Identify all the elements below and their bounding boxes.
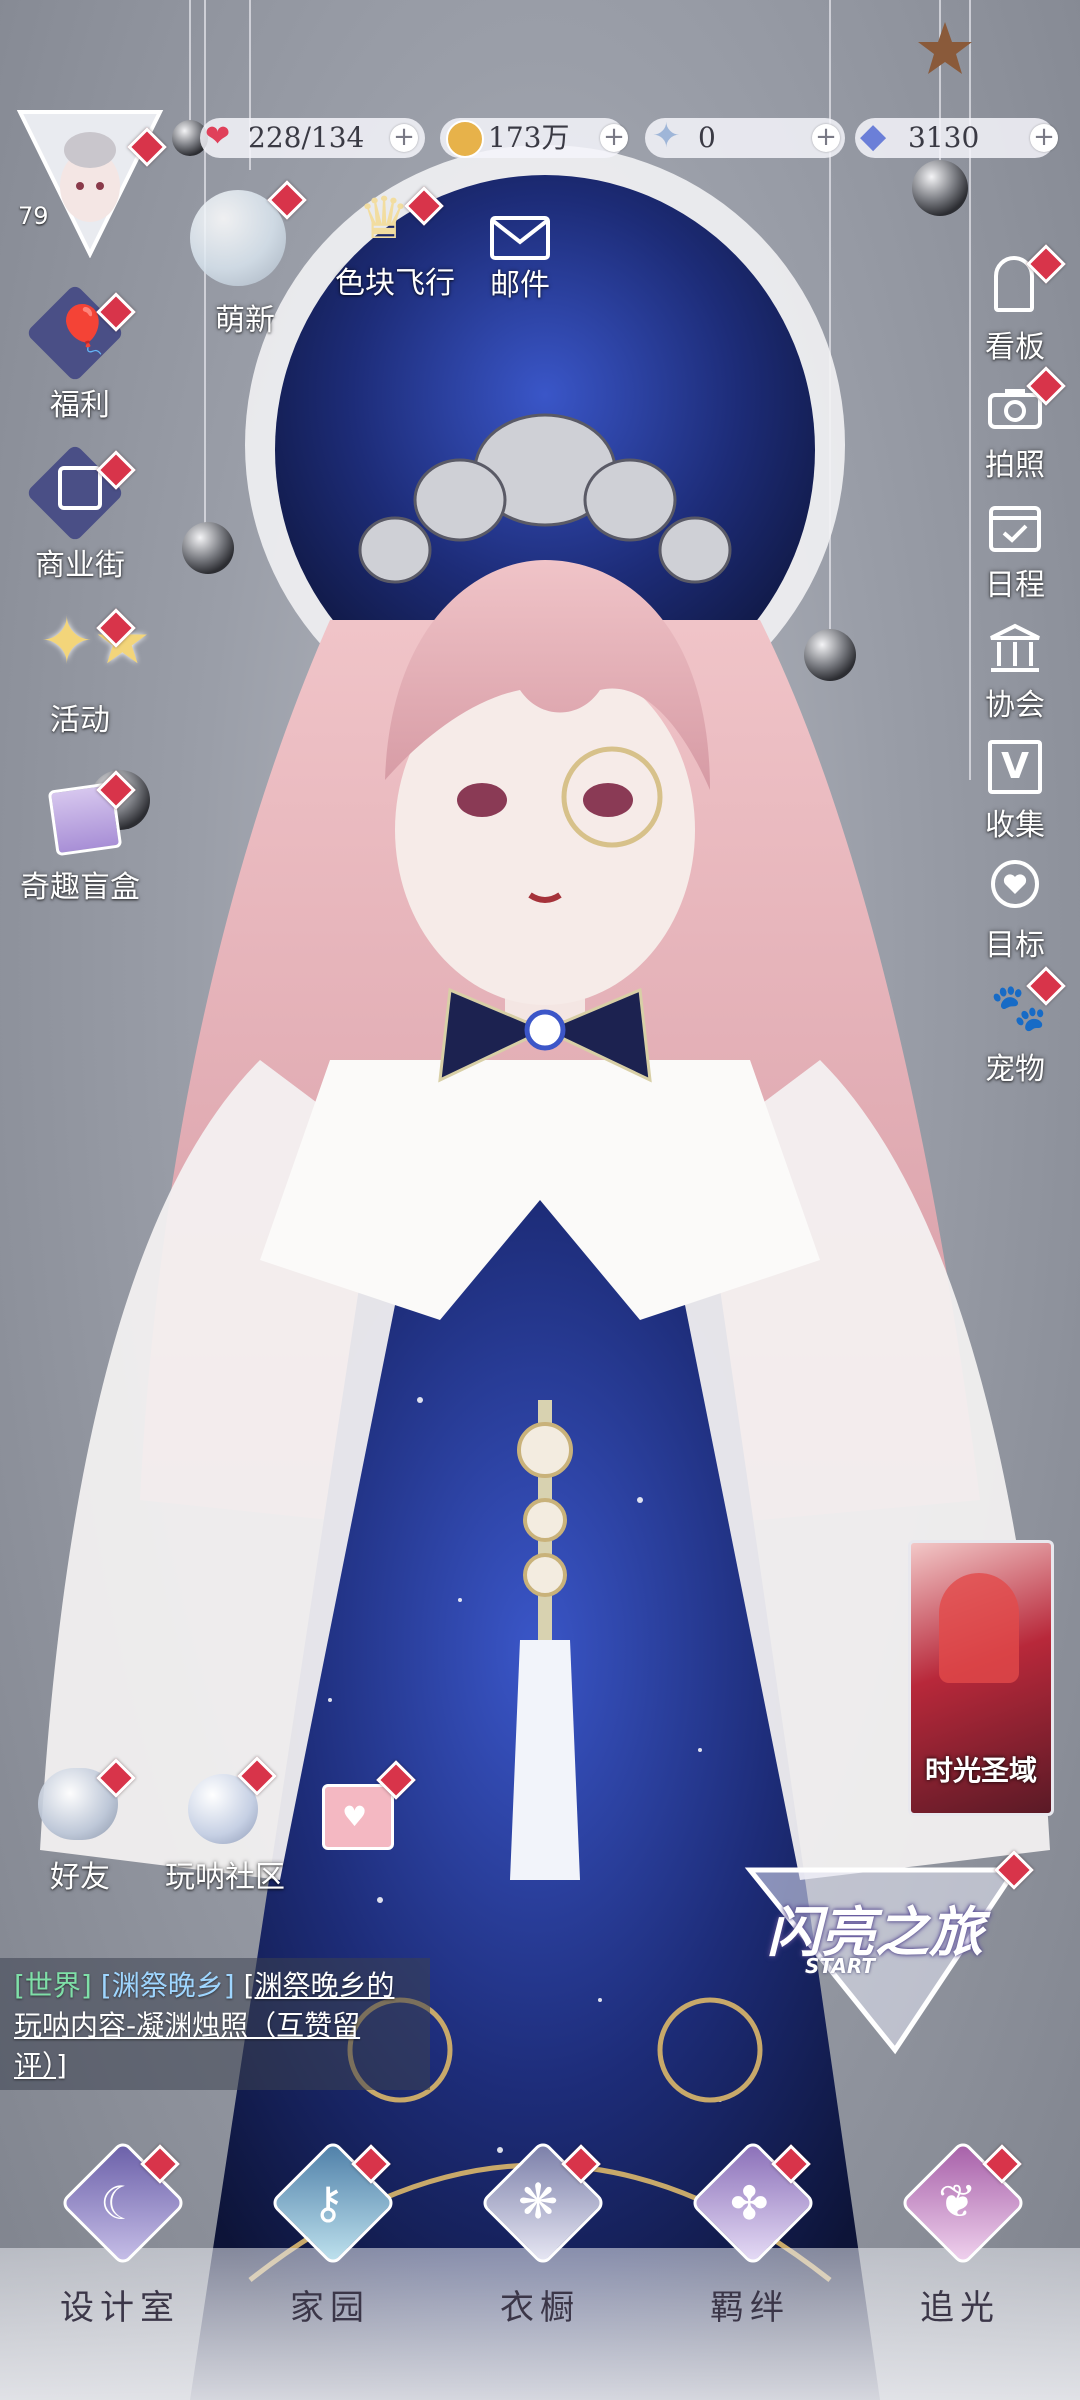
pets-label: 宠物 — [985, 1052, 1045, 1087]
start-journey-button[interactable]: 闪亮之旅 START — [730, 1850, 1030, 2060]
guild-hall-icon — [990, 623, 1040, 672]
event-banner[interactable]: 时光圣域 — [908, 1540, 1054, 1816]
event-character-art — [939, 1573, 1019, 1683]
calendar-icon — [989, 506, 1041, 552]
stamina-value: 228/134 — [248, 121, 365, 154]
newbie-label: 萌新 — [215, 303, 275, 338]
color-flight-label: 色块飞行 — [335, 266, 455, 301]
crystal-icon: ✦ — [652, 116, 681, 156]
photo-label: 拍照 — [985, 448, 1045, 483]
chat-message-end[interactable]: 评）] — [14, 2049, 67, 2082]
community-button[interactable]: 玩呐社区 — [150, 1770, 300, 1895]
showcase-label: 看板 — [985, 330, 1045, 365]
mail-button[interactable]: 邮件 — [460, 210, 580, 310]
chat-sender[interactable]: [渊祭晚乡] — [101, 1969, 235, 2002]
avatar[interactable] — [14, 108, 164, 259]
chat-channel: [世界] — [14, 1969, 92, 2002]
nav-design-studio-label: 设计室 — [60, 2288, 180, 2328]
nav-home-label: 家园 — [290, 2288, 370, 2328]
collection-label: 收集 — [985, 808, 1045, 843]
heart-icon: ❤ — [205, 119, 231, 154]
schedule-label: 日程 — [985, 568, 1045, 603]
clover-glyph: ✤ — [730, 2176, 769, 2230]
mail-label: 邮件 — [490, 268, 550, 303]
goals-label: 目标 — [985, 928, 1045, 963]
butterfly-glyph: ❦ — [938, 2174, 977, 2228]
add-gold-button[interactable]: + — [600, 124, 628, 152]
shopping-street-label: 商业街 — [35, 548, 125, 583]
key-glyph: ⚷ — [312, 2178, 345, 2229]
community-label: 玩呐社区 — [165, 1860, 285, 1895]
right-menu-guild[interactable]: 协会 — [970, 620, 1060, 723]
crown-icon: ♛ — [358, 184, 410, 252]
gold-coin-icon — [446, 120, 484, 158]
collection-v-icon: V — [988, 740, 1042, 794]
nav-bonds-label: 羁绊 — [710, 2288, 790, 2328]
nav-wardrobe[interactable]: ❋ — [450, 2139, 630, 2400]
right-menu-schedule[interactable]: 日程 — [970, 500, 1060, 603]
right-menu-goals[interactable]: 目标 — [970, 858, 1060, 968]
diamond-value: 3130 — [908, 121, 980, 154]
color-flight-button[interactable]: ♛ 色块飞行 — [320, 188, 470, 308]
heart-medal-icon — [991, 860, 1039, 908]
crystal-value: 0 — [698, 121, 716, 154]
shopping-bag-glyph — [58, 466, 102, 510]
world-chat[interactable]: [世界] [渊祭晚乡] [渊祭晚乡的 玩呐内容-凝渊烛照（互赞留 评）] — [0, 1958, 430, 2090]
start-journey-subtitle: START — [804, 1954, 876, 1978]
guild-label: 协会 — [985, 688, 1045, 723]
nav-design-studio[interactable]: ☾ — [30, 2139, 210, 2400]
crystal-flower-glyph: ❋ — [518, 2174, 559, 2230]
gold-value: 173万 — [488, 121, 570, 154]
diamond-icon: ◆ — [860, 116, 887, 156]
player-level: 79 — [18, 202, 49, 230]
add-stamina-button[interactable]: + — [390, 124, 418, 152]
right-menu-collection[interactable]: V 收集 — [970, 740, 1060, 843]
event-banner-title: 时光圣域 — [924, 1754, 1037, 1787]
moon-glyph: ☾ — [100, 2176, 142, 2230]
nav-home[interactable]: ⚷ — [240, 2139, 420, 2400]
newbie-button[interactable]: 萌新 — [180, 180, 330, 340]
chat-message-link[interactable]: [渊祭晚乡的 — [244, 1969, 395, 2002]
nav-wardrobe-label: 衣橱 — [500, 2288, 580, 2328]
nav-chase-light[interactable]: ❦ — [870, 2139, 1050, 2400]
nav-bonds[interactable]: ✤ — [660, 2139, 840, 2400]
add-crystal-button[interactable]: + — [812, 124, 840, 152]
events-label: 活动 — [50, 703, 110, 738]
nav-chase-light-label: 追光 — [920, 2288, 1000, 2328]
welfare-label: 福利 — [50, 388, 110, 423]
chat-message-body[interactable]: 玩呐内容-凝渊烛照（互赞留 — [14, 2009, 360, 2042]
gift-heart-glyph: ♥ — [342, 1800, 368, 1833]
stars-icon: ✦★ — [40, 605, 151, 679]
friends-label: 好友 — [50, 1860, 110, 1895]
blind-box-label: 奇趣盲盒 — [20, 870, 140, 905]
add-diamond-button[interactable]: + — [1030, 124, 1058, 152]
mail-icon — [490, 216, 550, 260]
